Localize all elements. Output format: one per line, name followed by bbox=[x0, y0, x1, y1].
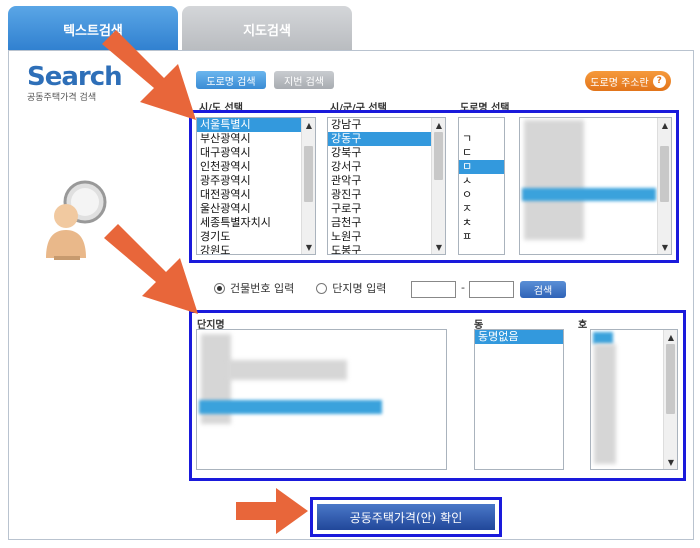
scroll-up-icon[interactable]: ▲ bbox=[302, 118, 315, 132]
initial-list-item[interactable]: ㅈ bbox=[459, 202, 504, 216]
dong-list[interactable]: 동명없음 bbox=[474, 329, 564, 470]
initial-list-item[interactable]: ㅅ bbox=[459, 174, 504, 188]
radio-building-number-label: 건물번호 입력 bbox=[230, 282, 295, 295]
road-address-help-label: 도로명 주소란 bbox=[590, 77, 649, 89]
sido-list-item[interactable]: 경기도 bbox=[197, 230, 315, 244]
sido-list-item[interactable]: 울산광역시 bbox=[197, 202, 315, 216]
ho-label: 호 bbox=[578, 320, 588, 331]
scroll-thumb[interactable] bbox=[304, 146, 313, 202]
sido-list-item[interactable]: 대구광역시 bbox=[197, 146, 315, 160]
confirm-price-button[interactable]: 공동주택가격(안) 확인 bbox=[317, 504, 495, 530]
sido-scrollbar[interactable]: ▲ ▼ bbox=[301, 118, 315, 254]
scroll-down-icon[interactable]: ▼ bbox=[658, 240, 671, 254]
initial-list-item[interactable]: ㅇ bbox=[459, 188, 504, 202]
scroll-thumb[interactable] bbox=[434, 132, 443, 180]
sigungu-list-item[interactable]: 노원구 bbox=[328, 230, 445, 244]
selected-ho[interactable] bbox=[593, 332, 613, 344]
sido-list-item[interactable]: 세종특별자치시 bbox=[197, 216, 315, 230]
sido-list-item[interactable]: 광주광역시 bbox=[197, 174, 315, 188]
sigungu-list-item[interactable]: 도봉구 bbox=[328, 244, 445, 254]
selected-road-name[interactable] bbox=[522, 188, 656, 201]
selected-complex[interactable] bbox=[199, 400, 382, 414]
redacted-road-names bbox=[524, 120, 584, 240]
complex-list[interactable] bbox=[196, 329, 447, 470]
initial-list-item[interactable]: ㄷ bbox=[459, 146, 504, 160]
input-mode-options: 건물번호 입력 단지명 입력 bbox=[214, 280, 386, 296]
sigungu-list-item[interactable]: 강동구 bbox=[328, 132, 445, 146]
sigungu-list-item[interactable]: 금천구 bbox=[328, 216, 445, 230]
arrow-down-right-icon bbox=[102, 30, 196, 120]
redacted-complex-names bbox=[227, 360, 347, 380]
road-scrollbar[interactable]: ▲ ▼ bbox=[657, 118, 671, 254]
scroll-up-icon[interactable]: ▲ bbox=[658, 118, 671, 132]
sigungu-list-item[interactable]: 구로구 bbox=[328, 202, 445, 216]
tab-map-search[interactable]: 지도검색 bbox=[182, 6, 352, 52]
redacted-ho-numbers bbox=[594, 344, 616, 464]
arrow-right-icon bbox=[236, 488, 308, 534]
help-icon: ? bbox=[652, 74, 666, 88]
road-name-list[interactable]: ▲ ▼ bbox=[519, 117, 672, 255]
sigungu-list-item[interactable]: 강북구 bbox=[328, 146, 445, 160]
sido-list-item[interactable]: 부산광역시 bbox=[197, 132, 315, 146]
range-separator: - bbox=[461, 281, 465, 294]
sido-list-item[interactable]: 대전광역시 bbox=[197, 188, 315, 202]
initial-consonant-list[interactable]: ㄱㄷㅁㅅㅇㅈㅊㅍ bbox=[458, 117, 505, 255]
scroll-thumb[interactable] bbox=[666, 344, 675, 414]
sigungu-list-item[interactable]: 강남구 bbox=[328, 118, 445, 132]
scroll-down-icon[interactable]: ▼ bbox=[664, 455, 677, 469]
ho-list[interactable]: ▲ ▼ bbox=[590, 329, 678, 470]
sido-list-item[interactable]: 인천광역시 bbox=[197, 160, 315, 174]
scroll-up-icon[interactable]: ▲ bbox=[432, 118, 445, 132]
sido-list[interactable]: 서울특별시 부산광역시 대구광역시 인천광역시 광주광역시 대전광역시 울산광역시 세종특별자… bbox=[196, 117, 316, 255]
initial-list-item[interactable]: ㅍ bbox=[459, 230, 504, 244]
scroll-up-icon[interactable]: ▲ bbox=[664, 330, 677, 344]
tab-map-search-label: 지도검색 bbox=[243, 23, 291, 39]
road-address-help-button[interactable]: 도로명 주소란 ? bbox=[585, 71, 671, 91]
sigungu-list-item[interactable]: 강서구 bbox=[328, 160, 445, 174]
initial-list-item[interactable]: ㅁ bbox=[459, 160, 504, 174]
initial-list-item[interactable]: ㄱ bbox=[459, 132, 504, 146]
search-button[interactable]: 검색 bbox=[520, 281, 566, 298]
sigungu-list-item[interactable]: 관악구 bbox=[328, 174, 445, 188]
scroll-thumb[interactable] bbox=[660, 146, 669, 202]
radio-building-number[interactable] bbox=[214, 282, 225, 294]
building-number-to-input[interactable] bbox=[469, 281, 514, 298]
building-number-from-input[interactable] bbox=[411, 281, 456, 298]
scroll-down-icon[interactable]: ▼ bbox=[432, 240, 445, 254]
confirm-highlight: 공동주택가격(안) 확인 bbox=[310, 497, 502, 537]
ho-scrollbar[interactable]: ▲ ▼ bbox=[663, 330, 677, 469]
scroll-down-icon[interactable]: ▼ bbox=[302, 240, 315, 254]
sigungu-list[interactable]: 강남구 강동구 강북구 강서구 관악구 광진구 구로구 금천구 노원구 도봉구 ▲ ▼ bbox=[327, 117, 446, 255]
radio-complex-name[interactable] bbox=[316, 282, 328, 294]
radio-complex-name-label: 단지명 입력 bbox=[332, 282, 387, 295]
sido-list-item[interactable]: 서울특별시 bbox=[197, 118, 315, 132]
dong-list-item[interactable]: 동명없음 bbox=[475, 330, 563, 344]
sigungu-list-item[interactable]: 광진구 bbox=[328, 188, 445, 202]
sido-list-item[interactable]: 강원도 bbox=[197, 244, 315, 254]
lot-search-button[interactable]: 지번 검색 bbox=[274, 71, 334, 89]
road-search-button[interactable]: 도로명 검색 bbox=[196, 71, 266, 89]
initial-list-item[interactable]: ㅊ bbox=[459, 216, 504, 230]
arrow-down-right-icon bbox=[104, 224, 198, 314]
sigungu-scrollbar[interactable]: ▲ ▼ bbox=[431, 118, 445, 254]
search-page: 텍스트검색 지도검색 Search 공동주택가격 검색 도로명 검색 지번 검색… bbox=[0, 0, 700, 548]
